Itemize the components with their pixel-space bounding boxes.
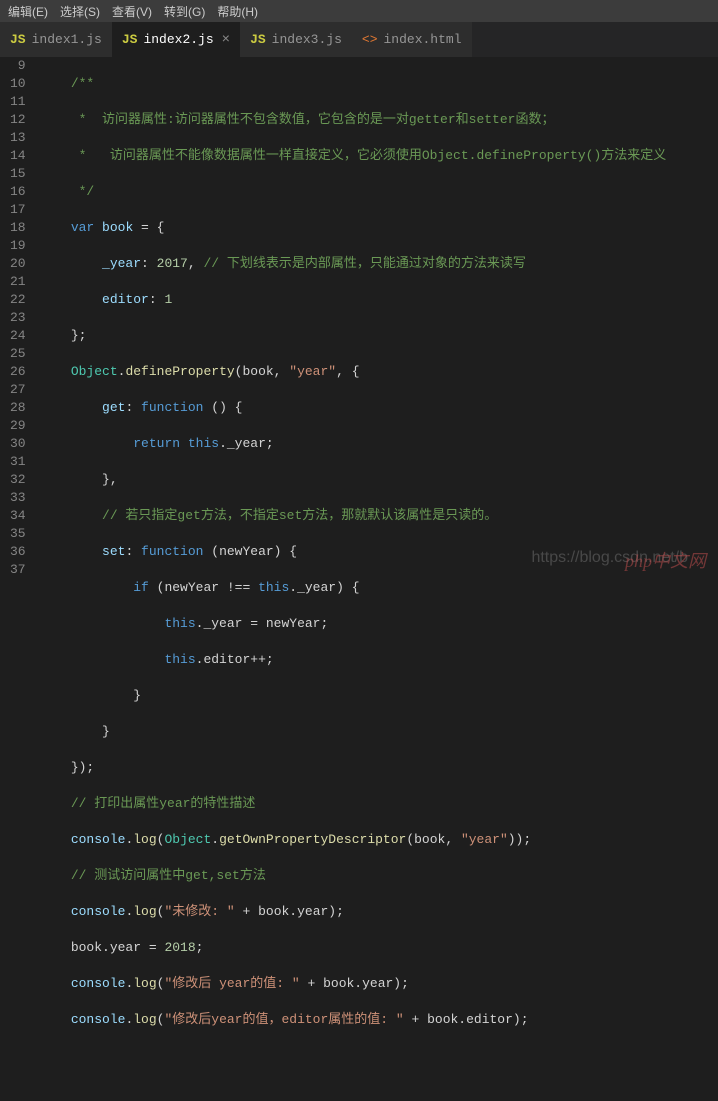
line-number: 27 bbox=[10, 381, 26, 399]
line-number: 21 bbox=[10, 273, 26, 291]
line-number: 17 bbox=[10, 201, 26, 219]
close-icon[interactable]: × bbox=[222, 32, 230, 48]
js-icon: JS bbox=[250, 32, 266, 47]
tab-index1[interactable]: JSindex1.js bbox=[0, 22, 112, 57]
line-number: 30 bbox=[10, 435, 26, 453]
line-number: 34 bbox=[10, 507, 26, 525]
line-number: 29 bbox=[10, 417, 26, 435]
line-number: 14 bbox=[10, 147, 26, 165]
line-number: 32 bbox=[10, 471, 26, 489]
line-number: 33 bbox=[10, 489, 26, 507]
menu-goto[interactable]: 转到(G) bbox=[164, 3, 205, 20]
line-number: 28 bbox=[10, 399, 26, 417]
html-icon: <> bbox=[362, 32, 378, 47]
line-number: 26 bbox=[10, 363, 26, 381]
line-number: 37 bbox=[10, 561, 26, 579]
line-gutter: 9101112131415161718192021222324252627282… bbox=[0, 57, 40, 585]
menu-help[interactable]: 帮助(H) bbox=[217, 3, 258, 20]
line-number: 12 bbox=[10, 111, 26, 129]
line-number: 25 bbox=[10, 345, 26, 363]
line-number: 31 bbox=[10, 453, 26, 471]
line-number: 9 bbox=[10, 57, 26, 75]
line-number: 36 bbox=[10, 543, 26, 561]
line-number: 10 bbox=[10, 75, 26, 93]
menu-select[interactable]: 选择(S) bbox=[60, 3, 100, 20]
line-number: 16 bbox=[10, 183, 26, 201]
js-icon: JS bbox=[10, 32, 26, 47]
line-number: 23 bbox=[10, 309, 26, 327]
menu-bar: 编辑(E) 选择(S) 查看(V) 转到(G) 帮助(H) bbox=[0, 0, 718, 22]
line-number: 35 bbox=[10, 525, 26, 543]
line-number: 19 bbox=[10, 237, 26, 255]
menu-view[interactable]: 查看(V) bbox=[112, 3, 152, 20]
line-number: 22 bbox=[10, 291, 26, 309]
line-number: 20 bbox=[10, 255, 26, 273]
line-number: 13 bbox=[10, 129, 26, 147]
js-icon: JS bbox=[122, 32, 138, 47]
line-number: 18 bbox=[10, 219, 26, 237]
tab-index2[interactable]: JSindex2.js× bbox=[112, 22, 240, 57]
line-number: 11 bbox=[10, 93, 26, 111]
line-number: 15 bbox=[10, 165, 26, 183]
code-area[interactable]: /** * 访问器属性:访问器属性不包含数值，它包含的是一对getter和set… bbox=[40, 57, 718, 585]
tab-index3[interactable]: JSindex3.js bbox=[240, 22, 352, 57]
menu-edit[interactable]: 编辑(E) bbox=[8, 3, 48, 20]
line-number: 24 bbox=[10, 327, 26, 345]
editor[interactable]: 9101112131415161718192021222324252627282… bbox=[0, 57, 718, 585]
tab-bar: JSindex1.js JSindex2.js× JSindex3.js <>i… bbox=[0, 22, 718, 57]
tab-index-html[interactable]: <>index.html bbox=[352, 22, 472, 57]
